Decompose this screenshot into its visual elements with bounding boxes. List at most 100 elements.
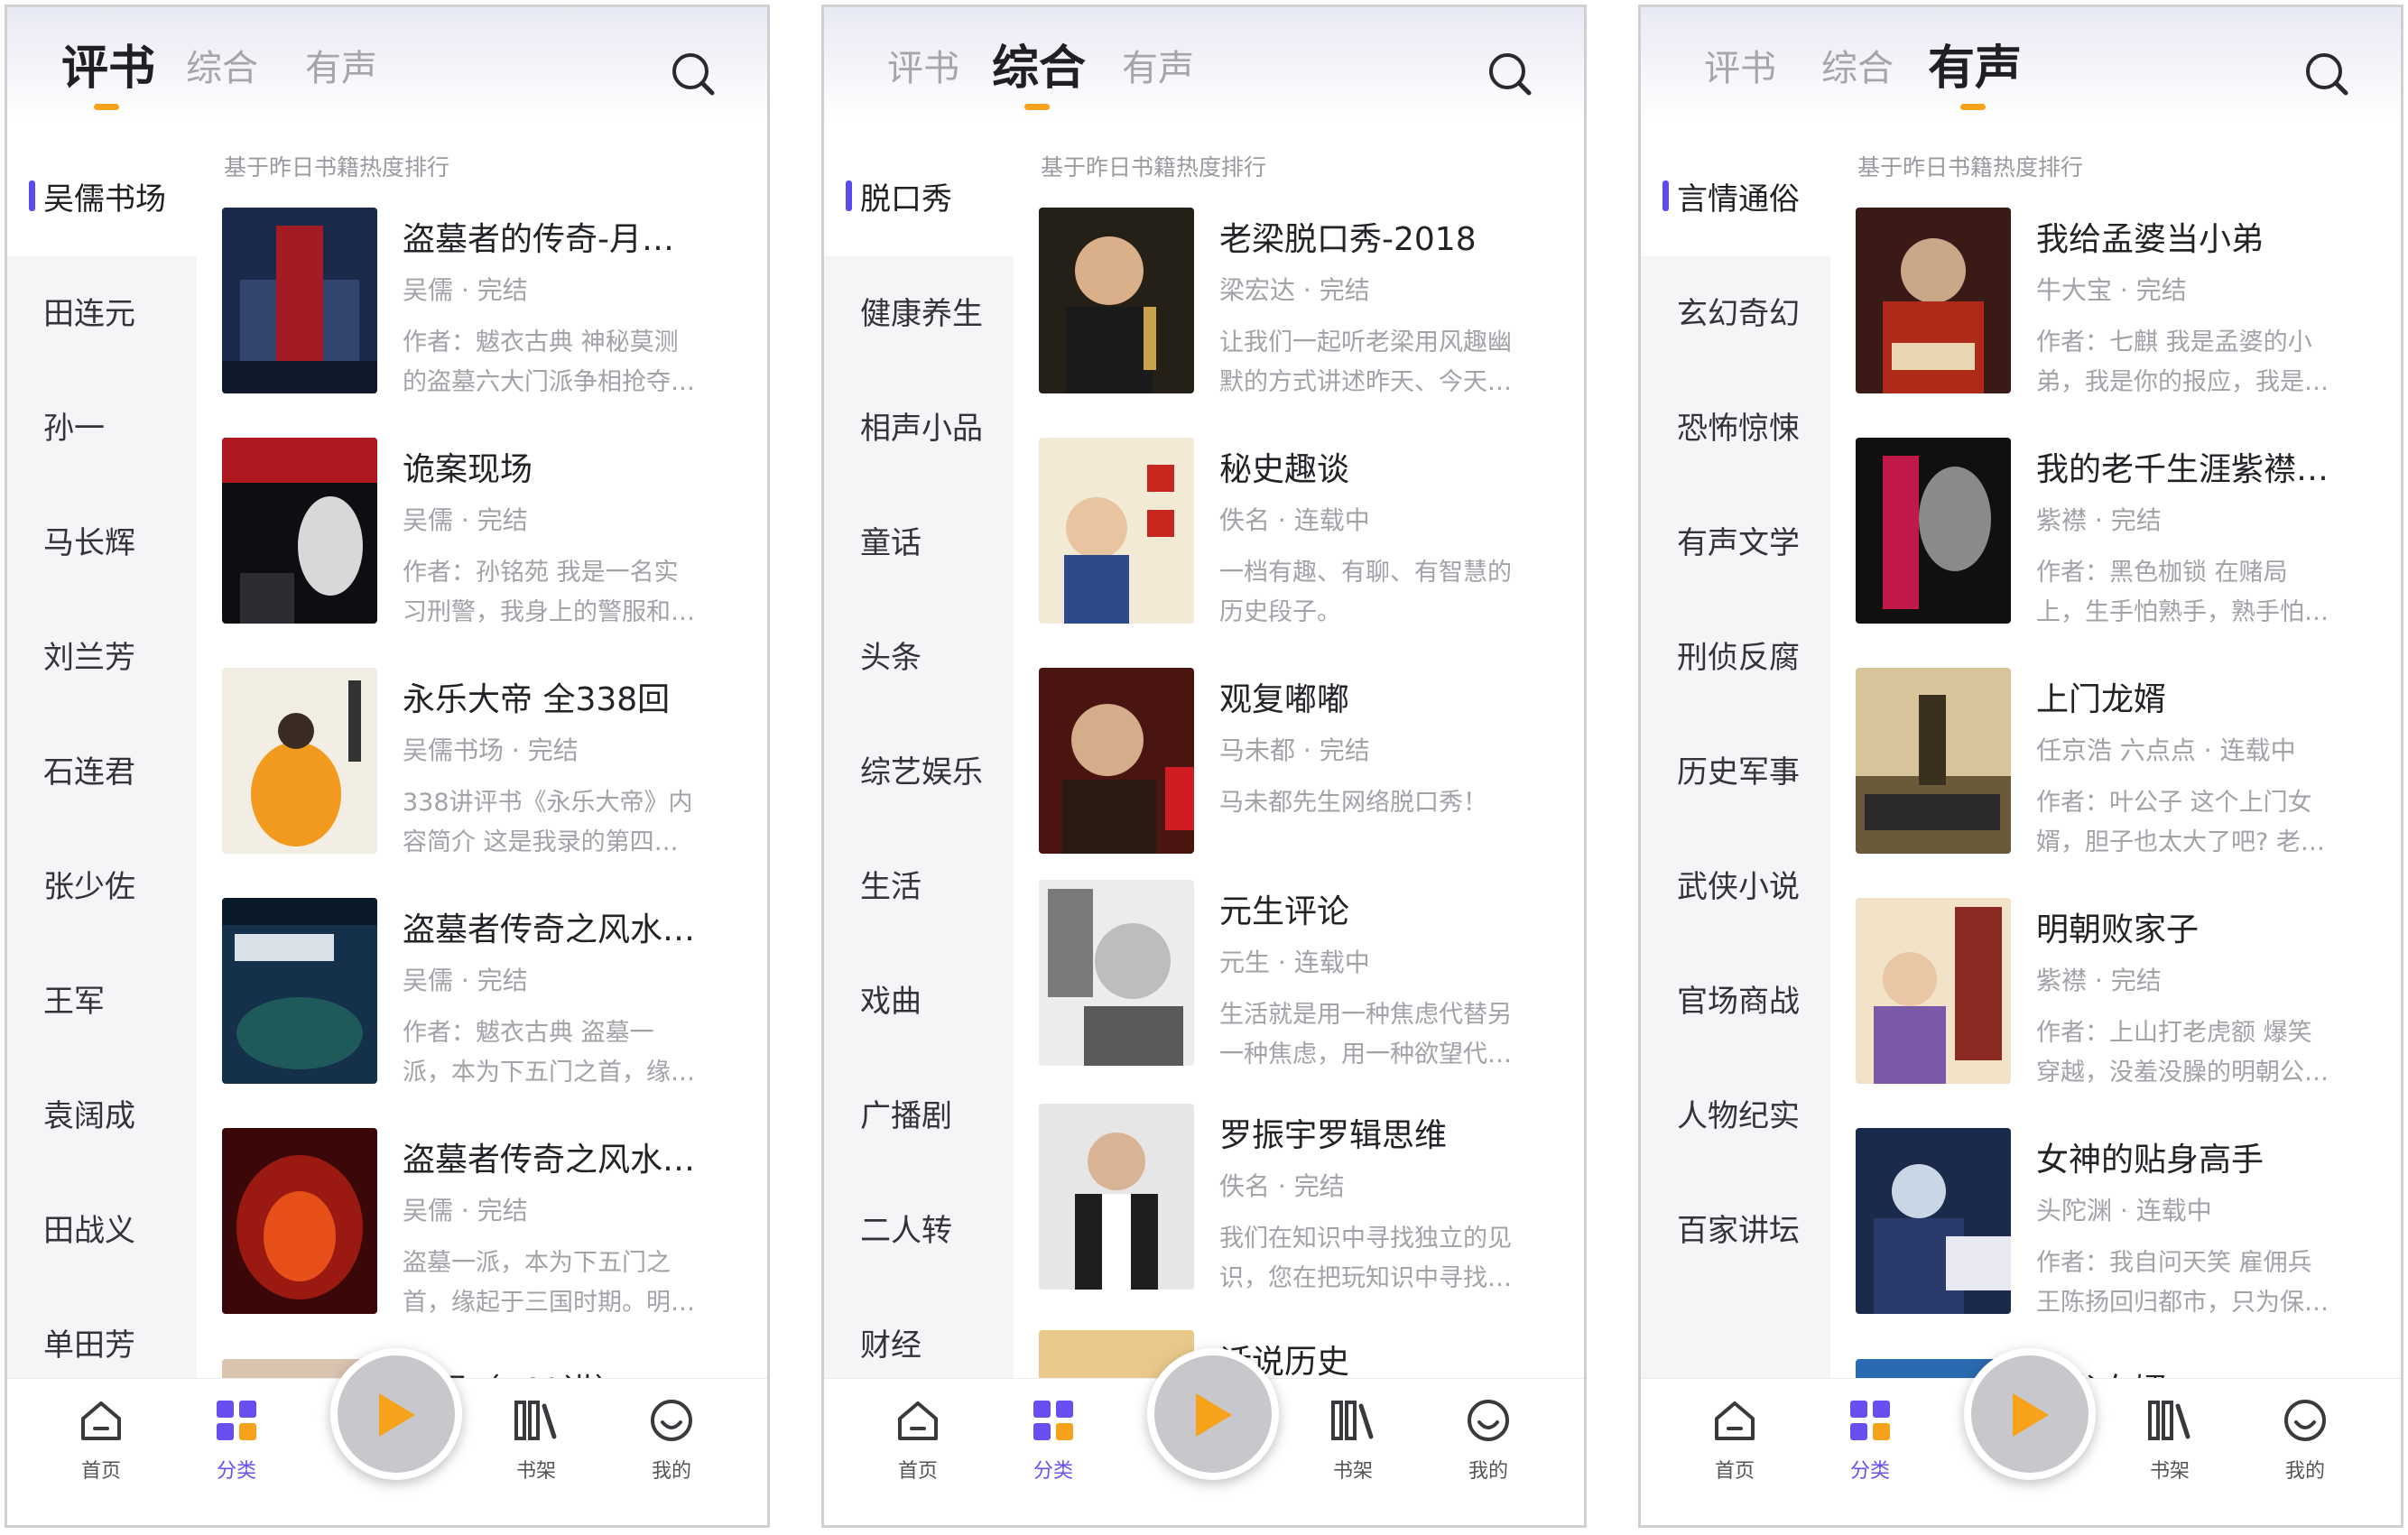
sidebar-item-talk-show[interactable]: 脱口秀 [824,143,1014,256]
sidebar-item-history-military[interactable]: 历史军事 [1641,716,1830,829]
sidebar-item-crime[interactable]: 刑侦反腐 [1641,601,1830,715]
category-icon [1033,1401,1073,1440]
book-item[interactable]: 元生评论 元生 · 连载中 生活就是用一种焦虑代替另 一种焦虑，用一种欲望代… [1039,880,1571,1087]
book-item[interactable]: 盗墓者传奇之风水… 吴儒 · 完结 盗墓一派，本为下五门之 首，缘起于三国时期。明… [222,1128,755,1336]
nav-category[interactable]: 分类 [1816,1395,1924,1484]
tab-zonghe[interactable]: 综合 [992,38,1086,99]
tab-zonghe[interactable]: 综合 [1821,43,1894,94]
book-cover [222,898,377,1084]
book-cover [1039,668,1194,854]
tab-yousheng[interactable]: 有声 [1928,38,2022,99]
sidebar-item-entertainment[interactable]: 综艺娱乐 [824,716,1014,829]
sidebar-item-wang-jun[interactable]: 王军 [7,945,197,1059]
sidebar-item-tian-zhanyi[interactable]: 田战义 [7,1174,197,1288]
book-item[interactable]: 盗墓者的传奇-月… 吴儒 · 完结 作者：魃衣古典 神秘莫测 的盗墓六大门派争相抢… [222,208,755,415]
book-item[interactable]: 诡案现场 吴儒 · 完结 作者：孙铭苑 我是一名实 习刑警，我身上的警服和… [222,438,755,645]
sidebar-item-sun-yi[interactable]: 孙一 [7,372,197,485]
tab-yousheng[interactable]: 有声 [305,43,377,94]
book-cover [1039,1104,1194,1290]
tab-pingshu[interactable]: 评书 [1704,43,1776,94]
book-item[interactable]: 我给孟婆当小弟 牛大宝 · 完结 作者：七麒 我是孟婆的小 弟，我是你的报应，我是… [1856,208,2388,415]
sidebar-item-horror[interactable]: 恐怖惊悚 [1641,372,1830,485]
book-item[interactable]: 明朝败家子 紫襟 · 完结 作者：上山打老虎额 爆笑 穿越，没羞没臊的明朝公… [1856,898,2388,1105]
book-cover [222,208,377,393]
book-cover [1856,668,2011,854]
book-item[interactable]: 老梁脱口秀-2018 梁宏达 · 完结 让我们一起听老梁用风趣幽 默的方式讲述昨天… [1039,208,1571,415]
sidebar-item-romance[interactable]: 言情通俗 [1641,143,1830,256]
book-cover [222,1128,377,1314]
book-item[interactable]: 秘史趣谈 佚名 · 连载中 一档有趣、有聊、有智慧的 历史段子。 [1039,438,1571,645]
sidebar-item-lecture-room[interactable]: 百家讲坛 [1641,1174,1830,1288]
active-tab-underline [1960,104,1986,110]
sidebar-item-ma-changhui[interactable]: 马长辉 [7,486,197,600]
nav-profile[interactable]: 我的 [1434,1395,1542,1484]
sidebar-item-errenzhuan[interactable]: 二人转 [824,1174,1014,1288]
nav-home[interactable]: 首页 [864,1395,972,1484]
book-cover [222,438,377,624]
sidebar-item-audio-literature[interactable]: 有声文学 [1641,486,1830,600]
sidebar-item-wuru-shuchang[interactable]: 吴儒书场 [7,143,197,256]
sidebar-item-opera[interactable]: 戏曲 [824,945,1014,1059]
home-icon [1715,1401,1755,1440]
active-tab-underline [94,104,119,110]
category-sidebar: 吴儒书场 田连元 孙一 马长辉 刘兰芳 石连君 张少佐 王军 袁阔成 田战义 单… [7,143,197,1388]
sidebar-item-radio-drama[interactable]: 广播剧 [824,1059,1014,1173]
book-item[interactable]: 盗墓者传奇之风水… 吴儒 · 完结 作者：魃衣古典 盗墓一 派，本为下五门之首，缘… [222,898,755,1105]
book-cover [1039,208,1194,393]
tab-zonghe[interactable]: 综合 [186,43,258,94]
book-item[interactable]: 永乐大帝 全338回 吴儒书场 · 完结 338讲评书《永乐大帝》内 容简介 这是… [222,668,755,875]
sidebar-item-biography[interactable]: 人物纪实 [1641,1059,1830,1173]
ranking-subtitle: 基于昨日书籍热度排行 [224,154,450,180]
sidebar-item-officialdom[interactable]: 官场商战 [1641,945,1830,1059]
book-cover [1039,880,1194,1066]
sidebar-item-liu-lanfang[interactable]: 刘兰芳 [7,601,197,715]
book-item[interactable]: 罗振宇罗辑思维 佚名 · 完结 我们在知识中寻找独立的见 识，您在把玩知识中寻找… [1039,1104,1571,1311]
play-button[interactable] [1964,1348,2096,1480]
sidebar-item-health[interactable]: 健康养生 [824,257,1014,371]
book-item[interactable]: 女神的贴身高手 头陀渊 · 连载中 作者：我自问天笑 雇佣兵 王陈扬回归都市，只为… [1856,1128,2388,1336]
profile-icon [651,1400,692,1441]
active-category-marker [29,180,35,211]
search-icon[interactable] [2301,49,2352,99]
home-icon [81,1401,121,1440]
nav-bookshelf[interactable]: 书架 [482,1395,590,1484]
book-cover [222,668,377,854]
search-icon[interactable] [1485,49,1535,99]
nav-home[interactable]: 首页 [47,1395,155,1484]
book-item[interactable]: 观复嘟嘟 马未都 · 完结 马未都先生网络脱口秀！ [1039,668,1571,875]
phone-screen-pingshu: 评书 综合 有声 吴儒书场 田连元 孙一 马长辉 刘兰芳 石连君 张少佐 王军 … [5,5,770,1528]
tab-yousheng[interactable]: 有声 [1122,43,1194,94]
sidebar-item-shi-lianjun[interactable]: 石连君 [7,716,197,829]
category-sidebar: 言情通俗 玄幻奇幻 恐怖惊悚 有声文学 刑侦反腐 历史军事 武侠小说 官场商战 … [1641,143,1830,1388]
sidebar-item-fantasy[interactable]: 玄幻奇幻 [1641,257,1830,371]
sidebar-item-crosstalk[interactable]: 相声小品 [824,372,1014,485]
nav-bookshelf[interactable]: 书架 [1299,1395,1407,1484]
sidebar-item-fairy-tale[interactable]: 童话 [824,486,1014,600]
phone-screen-zonghe: 评书 综合 有声 脱口秀 健康养生 相声小品 童话 头条 综艺娱乐 生活 戏曲 … [821,5,1587,1528]
tab-pingshu[interactable]: 评书 [887,43,959,94]
bookshelf-icon [1331,1401,1374,1440]
play-button[interactable] [330,1348,462,1480]
nav-profile[interactable]: 我的 [2251,1395,2359,1484]
category-icon [217,1401,256,1440]
sidebar-item-zhang-shaozuo[interactable]: 张少佐 [7,830,197,944]
play-button[interactable] [1147,1348,1279,1480]
tab-pingshu[interactable]: 评书 [61,38,155,99]
sidebar-item-wuxia[interactable]: 武侠小说 [1641,830,1830,944]
sidebar-item-yuan-kuocheng[interactable]: 袁阔成 [7,1059,197,1173]
book-item[interactable]: 上门龙婿 任京浩 六点点 · 连载中 作者：叶公子 这个上门女 婿，胆子也太大了吧… [1856,668,2388,875]
book-cover [1856,438,2011,624]
book-cover [1856,1128,2011,1314]
book-item[interactable]: 话说历史 [1039,1330,1571,1384]
nav-category[interactable]: 分类 [182,1395,291,1484]
book-item[interactable]: 我的老千生涯紫襟… 紫襟 · 完结 作者：黑色枷锁 在赌局 上，生手怕熟手，熟手怕… [1856,438,2388,645]
nav-profile[interactable]: 我的 [617,1395,726,1484]
sidebar-item-life[interactable]: 生活 [824,830,1014,944]
nav-category[interactable]: 分类 [999,1395,1107,1484]
sidebar-item-headlines[interactable]: 头条 [824,601,1014,715]
sidebar-item-tian-lianyuan[interactable]: 田连元 [7,257,197,371]
nav-bookshelf[interactable]: 书架 [2116,1395,2224,1484]
search-icon[interactable] [668,49,718,99]
phone-screen-yousheng: 评书 综合 有声 言情通俗 玄幻奇幻 恐怖惊悚 有声文学 刑侦反腐 历史军事 武… [1638,5,2403,1528]
nav-home[interactable]: 首页 [1681,1395,1789,1484]
